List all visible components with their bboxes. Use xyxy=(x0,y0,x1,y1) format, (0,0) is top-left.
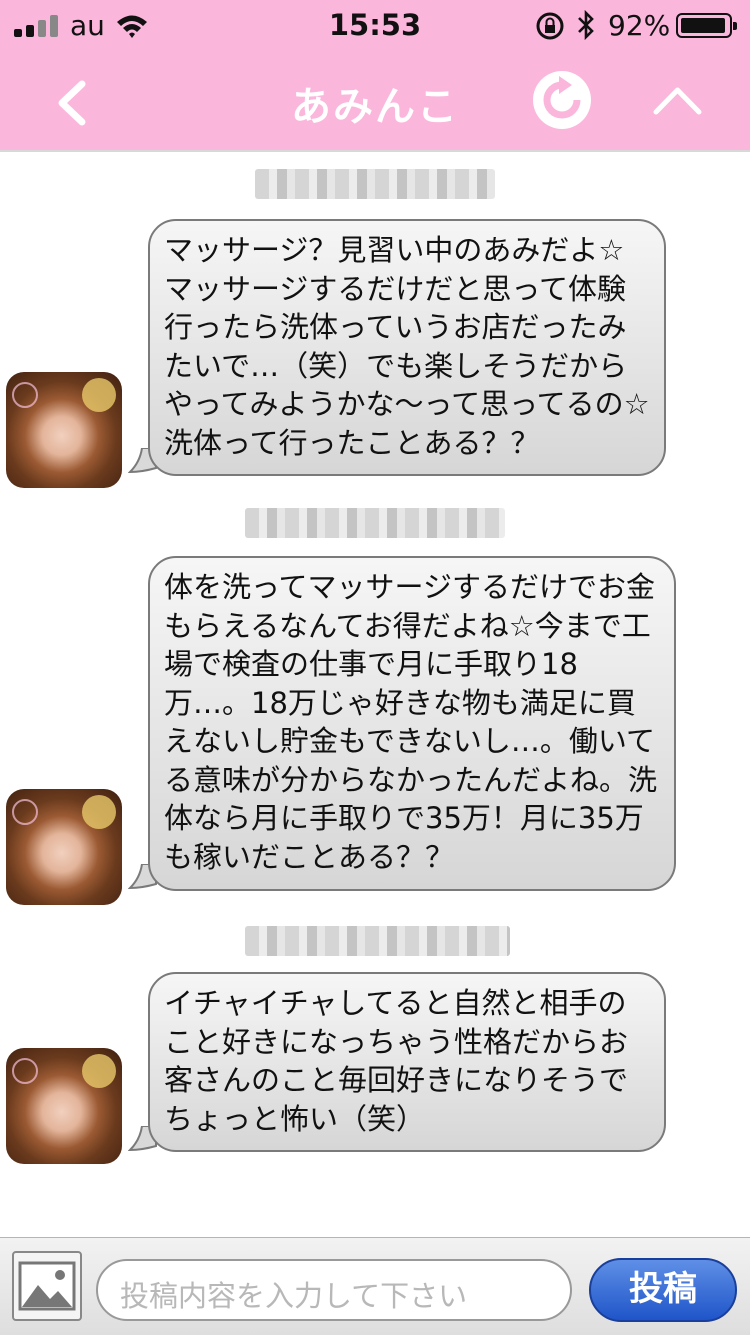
page-title: あみんこ xyxy=(291,84,459,130)
rotation-lock-icon xyxy=(536,12,564,40)
avatar[interactable] xyxy=(6,372,122,488)
chevron-up-icon[interactable] xyxy=(650,80,705,120)
attach-image-button[interactable] xyxy=(12,1251,82,1321)
composer-bar: 投稿 xyxy=(0,1237,750,1335)
message-timestamp xyxy=(245,926,510,956)
message-bubble: マッサージ？見習い中のあみだよ☆マッサージするだけだと思って体験行ったら洗体って… xyxy=(148,219,666,476)
send-button[interactable]: 投稿 xyxy=(589,1258,737,1322)
message-list: マッサージ？見習い中のあみだよ☆マッサージするだけだと思って体験行ったら洗体って… xyxy=(0,152,750,1237)
message-input[interactable] xyxy=(96,1259,572,1321)
message-bubble: イチャイチャしてると自然と相手のこと好きになっちゃう性格だからお客さんのこと毎回… xyxy=(148,972,666,1152)
bluetooth-icon xyxy=(578,9,594,41)
avatar[interactable] xyxy=(6,1048,122,1164)
message-timestamp xyxy=(245,508,505,538)
avatar[interactable] xyxy=(6,789,122,905)
message-timestamp xyxy=(255,169,495,199)
battery-icon xyxy=(676,13,737,38)
refresh-icon[interactable] xyxy=(532,70,592,130)
image-icon xyxy=(18,1261,76,1311)
nav-bar: あみんこ xyxy=(0,50,750,152)
battery-percent: 92% xyxy=(608,9,671,42)
status-bar: au 15:53 92% xyxy=(0,0,750,50)
message-bubble: 体を洗ってマッサージするだけでお金もらえるなんてお得だよね☆今まで工場で検査の仕… xyxy=(148,556,676,891)
